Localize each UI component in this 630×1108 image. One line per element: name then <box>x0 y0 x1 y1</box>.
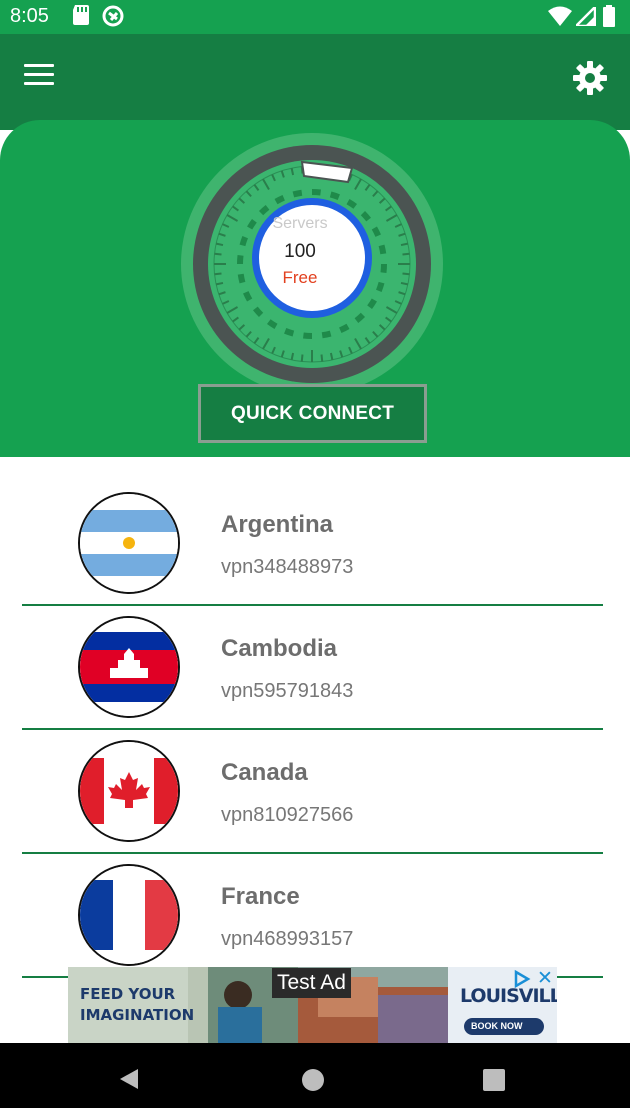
home-button[interactable] <box>301 1068 325 1097</box>
server-id: vpn595791843 <box>221 680 354 702</box>
server-id: vpn468993157 <box>221 928 354 950</box>
country-name: France <box>221 883 300 910</box>
server-row-argentina[interactable]: Argentina vpn348488973 <box>0 457 630 606</box>
recents-button[interactable] <box>483 1069 505 1096</box>
server-row-cambodia[interactable]: Cambodia vpn595791843 <box>0 581 630 730</box>
country-name: Argentina <box>221 511 334 538</box>
france-flag-icon <box>78 864 180 966</box>
back-button[interactable] <box>118 1067 140 1096</box>
server-row-canada[interactable]: Canada vpn810927566 <box>0 705 630 854</box>
status-bar: 8:05 <box>0 0 630 34</box>
servers-count: 100 <box>284 241 316 262</box>
battery-icon <box>603 5 615 32</box>
ad-close-icon[interactable]: ✕ <box>535 969 555 989</box>
cambodia-flag-icon <box>78 616 180 718</box>
server-id: vpn348488973 <box>221 556 354 578</box>
country-name: Cambodia <box>221 635 338 662</box>
status-time: 8:05 <box>10 5 49 27</box>
server-id: vpn810927566 <box>221 804 354 826</box>
system-nav-bar <box>0 1043 630 1108</box>
ad-choices-icon[interactable] <box>512 969 532 989</box>
app-toolbar <box>0 34 630 120</box>
argentina-flag-icon <box>78 492 180 594</box>
test-ad-label: Test Ad <box>272 968 351 998</box>
servers-status: Free <box>282 268 318 287</box>
vpn-status-icon <box>102 5 124 32</box>
cell-signal-icon <box>572 3 597 31</box>
server-list: Argentina vpn348488973 Cambodia vpn59579… <box>0 457 630 1044</box>
ad-tagline: FEED YOUR IMAGINATION <box>80 985 195 1024</box>
gear-icon[interactable] <box>572 60 608 96</box>
servers-label: Servers <box>272 215 328 232</box>
canada-flag-icon <box>78 740 180 842</box>
sd-card-icon <box>72 5 90 30</box>
country-name: Canada <box>221 759 308 786</box>
hamburger-menu-icon[interactable] <box>24 64 56 88</box>
server-row-france[interactable]: France vpn468993157 <box>0 829 630 978</box>
wifi-icon <box>548 6 572 31</box>
quick-connect-button[interactable]: QUICK CONNECT <box>198 384 427 443</box>
speed-dial <box>181 133 443 395</box>
ad-cta-button[interactable]: BOOK NOW <box>464 1018 544 1035</box>
